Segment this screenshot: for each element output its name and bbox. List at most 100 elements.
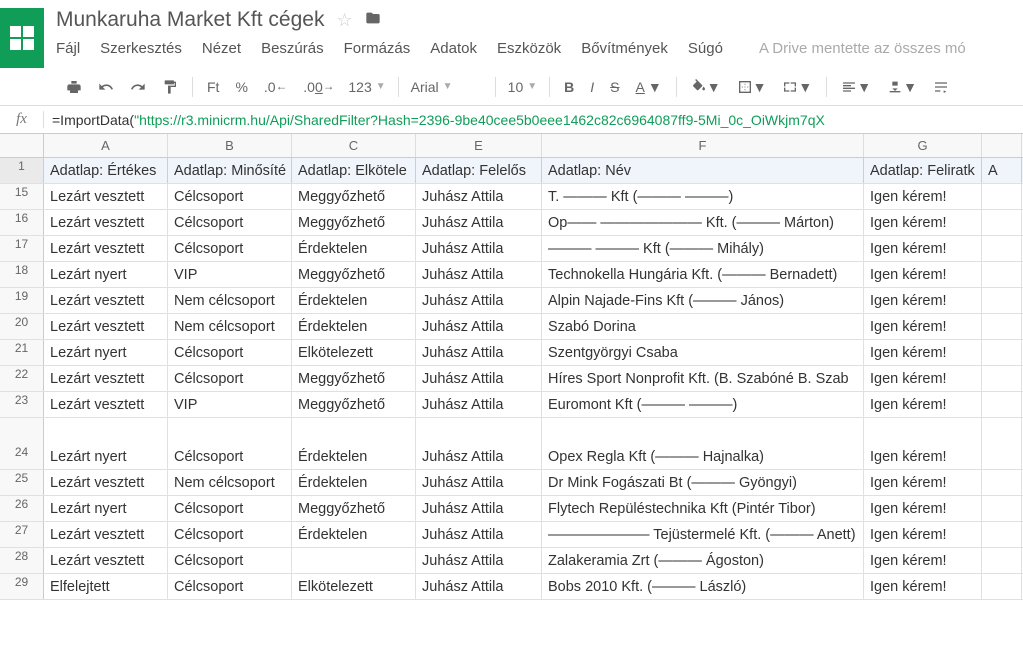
cell[interactable]: Igen kérem! [864, 548, 982, 573]
cell[interactable]: Érdektelen [292, 522, 416, 547]
menu-file[interactable]: Fájl [56, 40, 80, 57]
menu-format[interactable]: Formázás [344, 40, 411, 57]
text-color-button[interactable]: A▼ [630, 75, 668, 99]
percent-button[interactable]: % [229, 75, 253, 99]
cell[interactable]: Célcsoport [168, 366, 292, 391]
cell[interactable]: ——— ——— Kft (——— Mihály) [542, 236, 864, 261]
cell[interactable] [982, 366, 1022, 391]
increase-decimal-button[interactable]: .00→ [297, 75, 340, 99]
formula-input[interactable]: =ImportData("https://r3.minicrm.hu/Api/S… [44, 108, 1023, 132]
cell[interactable]: Flytech Repüléstechnika Kft (Pintér Tibo… [542, 496, 864, 521]
cell[interactable]: Juhász Attila [416, 314, 542, 339]
cell[interactable]: Célcsoport [168, 184, 292, 209]
col-header-B[interactable]: B [168, 134, 292, 157]
cell[interactable]: Igen kérem! [864, 314, 982, 339]
cell[interactable]: Euromont Kft (——— ———) [542, 392, 864, 417]
italic-button[interactable]: I [584, 75, 600, 99]
cell[interactable]: Célcsoport [168, 522, 292, 547]
cell[interactable]: Juhász Attila [416, 418, 542, 469]
bold-button[interactable]: B [558, 75, 580, 99]
cell[interactable]: Szabó Dorina [542, 314, 864, 339]
currency-button[interactable]: Ft [201, 75, 225, 99]
cell[interactable]: Lezárt vesztett [44, 210, 168, 235]
merge-cells-button[interactable]: ▼ [776, 75, 818, 99]
cell[interactable]: Lezárt nyert [44, 418, 168, 469]
cell[interactable]: Igen kérem! [864, 184, 982, 209]
row-header[interactable]: 29 [0, 574, 44, 599]
fill-color-button[interactable]: ▼ [685, 75, 727, 99]
cell[interactable]: Zalakeramia Zrt (——— Ágoston) [542, 548, 864, 573]
cell[interactable] [982, 236, 1022, 261]
cell[interactable]: ——————— Tejüstermelé Kft. (——— Anett) [542, 522, 864, 547]
cell[interactable]: Lezárt vesztett [44, 366, 168, 391]
cell[interactable]: Meggyőzhető [292, 366, 416, 391]
strikethrough-button[interactable]: S [604, 75, 625, 99]
undo-icon[interactable] [92, 75, 120, 99]
cell[interactable] [982, 392, 1022, 417]
cell[interactable] [982, 184, 1022, 209]
cell[interactable]: Lezárt vesztett [44, 184, 168, 209]
cell[interactable]: Nem célcsoport [168, 470, 292, 495]
cell[interactable]: Lezárt vesztett [44, 470, 168, 495]
col-header-A[interactable]: A [44, 134, 168, 157]
cell[interactable]: Igen kérem! [864, 496, 982, 521]
cell[interactable] [982, 314, 1022, 339]
cell[interactable]: Igen kérem! [864, 418, 982, 469]
cell[interactable]: Érdektelen [292, 470, 416, 495]
cell[interactable]: Lezárt vesztett [44, 522, 168, 547]
cell[interactable]: Elkötelezett [292, 340, 416, 365]
text-wrap-button[interactable] [927, 75, 955, 99]
cell[interactable]: Érdektelen [292, 314, 416, 339]
cell[interactable] [982, 288, 1022, 313]
star-icon[interactable]: ☆ [336, 10, 352, 31]
cell[interactable]: Igen kérem! [864, 470, 982, 495]
cell[interactable]: Nem célcsoport [168, 288, 292, 313]
cell[interactable]: VIP [168, 392, 292, 417]
row-header[interactable]: 23 [0, 392, 44, 417]
number-format-select[interactable]: 123▼ [344, 77, 389, 97]
cell[interactable]: Lezárt nyert [44, 496, 168, 521]
cell[interactable]: Technokella Hungária Kft. (——— Bernadett… [542, 262, 864, 287]
cell[interactable] [982, 262, 1022, 287]
print-icon[interactable] [60, 75, 88, 99]
cell[interactable]: Igen kérem! [864, 210, 982, 235]
cell[interactable]: Híres Sport Nonprofit Kft. (B. Szabóné B… [542, 366, 864, 391]
cell[interactable]: Érdektelen [292, 418, 416, 469]
cell[interactable]: A [982, 158, 1022, 183]
cell[interactable]: Meggyőzhető [292, 262, 416, 287]
cell[interactable]: Juhász Attila [416, 262, 542, 287]
cell[interactable]: Igen kérem! [864, 392, 982, 417]
menu-edit[interactable]: Szerkesztés [100, 40, 182, 57]
cell[interactable]: Adatlap: Minősíté [168, 158, 292, 183]
col-header-E[interactable]: F [542, 134, 864, 157]
cell[interactable]: Célcsoport [168, 340, 292, 365]
cell[interactable]: Juhász Attila [416, 236, 542, 261]
cell[interactable]: Célcsoport [168, 548, 292, 573]
cell[interactable]: Igen kérem! [864, 366, 982, 391]
cell[interactable]: Adatlap: Felelős [416, 158, 542, 183]
cell[interactable]: Juhász Attila [416, 340, 542, 365]
cell[interactable]: Lezárt vesztett [44, 236, 168, 261]
cell[interactable]: Op—— ——————— Kft. (——— Márton) [542, 210, 864, 235]
cell[interactable]: Juhász Attila [416, 522, 542, 547]
cell[interactable]: Érdektelen [292, 236, 416, 261]
cell[interactable]: Igen kérem! [864, 236, 982, 261]
cell[interactable]: Meggyőzhető [292, 496, 416, 521]
redo-icon[interactable] [124, 75, 152, 99]
cell[interactable]: Adatlap: Értékes [44, 158, 168, 183]
cell[interactable]: Juhász Attila [416, 366, 542, 391]
cell[interactable] [982, 210, 1022, 235]
col-header-D[interactable]: E [416, 134, 542, 157]
cell[interactable] [982, 548, 1022, 573]
menu-data[interactable]: Adatok [430, 40, 477, 57]
folder-icon[interactable] [365, 10, 381, 31]
vertical-align-button[interactable]: ▼ [881, 75, 923, 99]
cell[interactable]: Szentgyörgyi Csaba [542, 340, 864, 365]
cell[interactable] [982, 470, 1022, 495]
menu-insert[interactable]: Beszúrás [261, 40, 324, 57]
cell[interactable]: Célcsoport [168, 236, 292, 261]
col-header-G[interactable]: G [864, 134, 982, 157]
cell[interactable]: Opex Regla Kft (——— Hajnalka) [542, 418, 864, 469]
cell[interactable]: Juhász Attila [416, 574, 542, 599]
cell[interactable] [982, 340, 1022, 365]
